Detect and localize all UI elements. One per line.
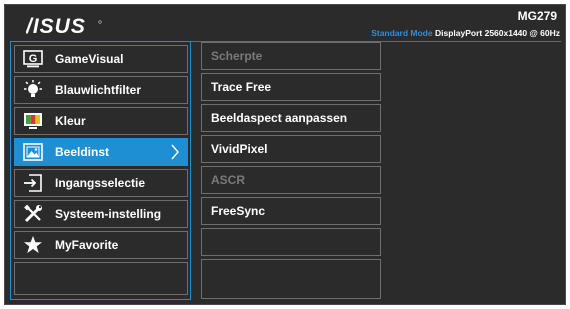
gamevisual-icon: G bbox=[22, 49, 44, 69]
submenu-item-scherpte: Scherpte bbox=[201, 42, 381, 70]
submenu-item-beeldaspect-aanpassen[interactable]: Beeldaspect aanpassen bbox=[201, 104, 381, 132]
svg-text:/ISUS: /ISUS bbox=[26, 16, 86, 36]
star-icon bbox=[22, 235, 44, 255]
mode-label: Standard Mode bbox=[371, 28, 433, 38]
menu-item-kleur[interactable]: Kleur bbox=[14, 107, 188, 135]
main-menu: G GameVisual Blauwlichtfilter Kleur Beel… bbox=[10, 41, 191, 300]
tools-icon bbox=[22, 204, 44, 224]
menu-item-label: MyFavorite bbox=[55, 238, 119, 252]
submenu-item-trace-free[interactable]: Trace Free bbox=[201, 73, 381, 101]
picture-icon bbox=[22, 142, 44, 162]
submenu-item-empty bbox=[201, 228, 381, 256]
bulb-icon bbox=[22, 80, 44, 100]
status-line: Standard Mode DisplayPort 2560x1440 @ 60… bbox=[371, 28, 560, 38]
submenu-item-ascr: ASCR bbox=[201, 166, 381, 194]
asus-logo: /ISUS bbox=[26, 16, 102, 36]
input-label: DisplayPort bbox=[434, 28, 483, 38]
submenu: Scherpte Trace Free Beeldaspect aanpasse… bbox=[201, 41, 381, 300]
menu-item-label: Kleur bbox=[55, 114, 86, 128]
menu-item-gamevisual[interactable]: G GameVisual bbox=[14, 45, 188, 73]
menu-item-label: Beeldinst bbox=[55, 145, 110, 159]
submenu-item-freesync[interactable]: FreeSync bbox=[201, 197, 381, 225]
menu-item-beeldinst[interactable]: Beeldinst bbox=[14, 138, 188, 166]
model-name: MG279 bbox=[517, 9, 557, 23]
resolution-label: 2560x1440 @ 60Hz bbox=[484, 28, 560, 38]
color-monitor-icon bbox=[22, 111, 44, 131]
submenu-item-vividpixel[interactable]: VividPixel bbox=[201, 135, 381, 163]
menu-item-empty bbox=[14, 262, 188, 295]
menu-item-myfavorite[interactable]: MyFavorite bbox=[14, 231, 188, 259]
menu-item-blauwlichtfilter[interactable]: Blauwlichtfilter bbox=[14, 76, 188, 104]
menu-item-systeem-instelling[interactable]: Systeem-instelling bbox=[14, 200, 188, 228]
menu-item-label: GameVisual bbox=[55, 52, 124, 66]
chevron-right-icon bbox=[170, 144, 180, 163]
input-select-icon bbox=[22, 173, 44, 193]
menu-item-label: Ingangsselectie bbox=[55, 176, 146, 190]
menu-item-ingangsselectie[interactable]: Ingangsselectie bbox=[14, 169, 188, 197]
submenu-item-empty bbox=[201, 259, 381, 299]
menu-item-label: Systeem-instelling bbox=[55, 207, 162, 221]
menu-item-label: Blauwlichtfilter bbox=[55, 83, 142, 97]
svg-text:G: G bbox=[29, 53, 38, 65]
